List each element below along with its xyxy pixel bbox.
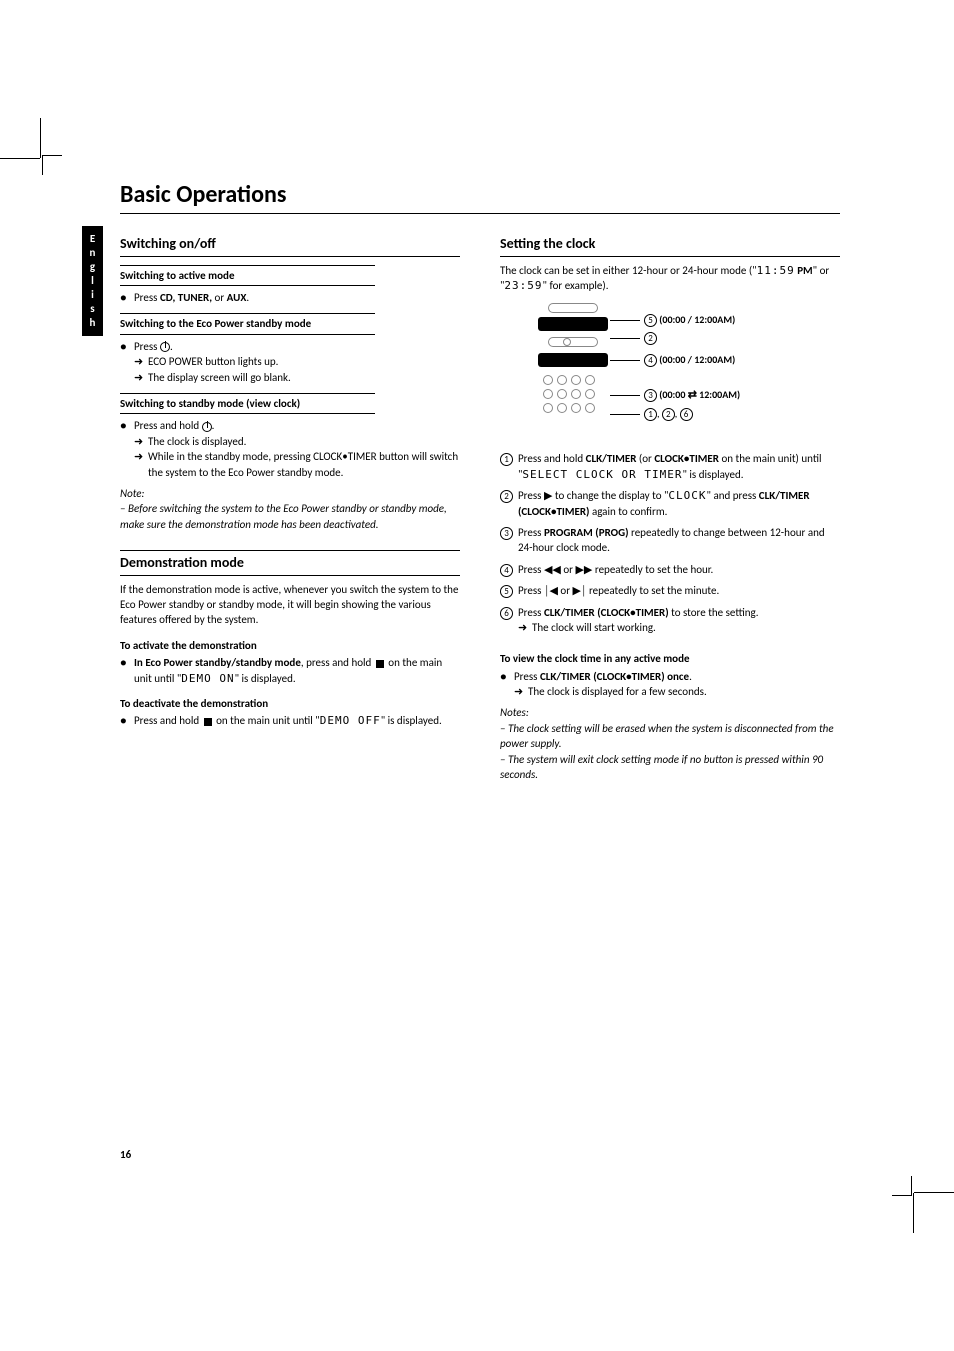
- stop-icon: [376, 660, 384, 668]
- arrow-icon: ➜: [134, 449, 148, 480]
- bullet-icon: ●: [120, 290, 134, 305]
- body-text: ECO POWER button lights up.: [148, 354, 460, 369]
- page-content: English Basic Operations Switching on/of…: [120, 180, 840, 788]
- body-text: The display screen will go blank.: [148, 370, 460, 385]
- step-number-5: 5: [500, 583, 518, 598]
- heading-demonstration-mode: Demonstration mode: [120, 550, 460, 576]
- subhead-standby-view-clock: Switching to standby mode (view clock): [120, 393, 375, 414]
- right-column: Setting the clock The clock can be set i…: [500, 234, 840, 788]
- body-text: Press CLK/TIMER (CLOCK•TIMER) to store t…: [518, 605, 840, 620]
- callout-5: 5 (00:00 / 12:00AM): [610, 313, 735, 327]
- step-number-1: 1: [500, 451, 518, 482]
- stop-icon: [204, 718, 212, 726]
- body-text: Press and hold CLK/TIMER (or CLOCK•TIMER…: [518, 451, 840, 482]
- body-text: While in the standby mode, pressing CLOC…: [148, 449, 460, 480]
- crop-mark: [40, 118, 41, 158]
- arrow-icon: ➜: [134, 434, 148, 449]
- bullet-icon: ●: [120, 339, 134, 354]
- body-text: The clock is displayed.: [148, 434, 460, 449]
- notes-block: Notes: – The clock setting will be erase…: [500, 705, 840, 782]
- step-number-2: 2: [500, 488, 518, 519]
- bullet-icon: ●: [500, 669, 514, 684]
- body-text: The clock will start working.: [532, 620, 840, 635]
- power-icon: [202, 422, 212, 432]
- callout-2: 2: [610, 331, 657, 345]
- body-text: Press CD, TUNER, or AUX.: [134, 290, 460, 305]
- body-text: Press .: [134, 339, 460, 354]
- body-text: If the demonstration mode is active, whe…: [120, 582, 460, 628]
- bullet-icon: ●: [120, 418, 134, 433]
- left-column: Switching on/off Switching to active mod…: [120, 234, 460, 788]
- callout-3: 3 (00:00 ⇄ 12:00AM): [610, 387, 740, 402]
- crop-mark: [913, 1193, 914, 1233]
- subhead-active-mode: Switching to active mode: [120, 265, 375, 286]
- arrow-icon: ➜: [514, 684, 528, 699]
- body-text: The clock can be set in either 12-hour o…: [500, 263, 840, 294]
- crop-mark: [892, 1176, 912, 1196]
- bullet-icon: ●: [120, 713, 134, 728]
- body-text: The clock is displayed for a few seconds…: [528, 684, 840, 699]
- body-text: Press and hold .: [134, 418, 460, 433]
- crop-mark: [914, 1192, 954, 1193]
- subhead-deactivate-demo: To deactivate the demonstration: [120, 694, 460, 713]
- rewind-icon: ◀◀: [544, 563, 561, 576]
- note-block: Note: – Before switching the system to t…: [120, 486, 460, 532]
- page-title: Basic Operations: [120, 180, 840, 214]
- body-text: Press ▶ to change the display to "CLOCK"…: [518, 488, 840, 519]
- step-number-6: 6: [500, 605, 518, 620]
- arrow-icon: ➜: [134, 370, 148, 385]
- body-text: Press CLK/TIMER (CLOCK•TIMER) once.: [514, 669, 840, 684]
- arrow-icon: ➜: [518, 620, 532, 635]
- language-tab: English: [82, 226, 103, 336]
- step-number-3: 3: [500, 525, 518, 556]
- heading-setting-clock: Setting the clock: [500, 234, 840, 257]
- prev-track-icon: │◀: [544, 584, 558, 597]
- arrow-icon: ➜: [134, 354, 148, 369]
- power-icon: [160, 342, 170, 352]
- fast-forward-icon: ▶▶: [575, 563, 592, 576]
- body-text: Press and hold on the main unit until "D…: [134, 713, 460, 728]
- body-text: In Eco Power standby/standby mode, press…: [134, 655, 460, 686]
- body-text: Press ◀◀ or ▶▶ repeatedly to set the hou…: [518, 562, 840, 577]
- next-track-icon: ▶│: [573, 584, 587, 597]
- subhead-activate-demo: To activate the demonstration: [120, 636, 460, 655]
- subhead-eco-standby: Switching to the Eco Power standby mode: [120, 313, 375, 334]
- bullet-icon: ●: [120, 655, 134, 686]
- callout-4: 4 (00:00 / 12:00AM): [610, 353, 735, 367]
- subhead-view-clock: To view the clock time in any active mod…: [500, 649, 840, 668]
- body-text: Press │◀ or ▶│ repeatedly to set the min…: [518, 583, 840, 598]
- crop-mark: [0, 158, 40, 159]
- heading-switching-on-off: Switching on/off: [120, 234, 460, 257]
- page-number: 16: [120, 1148, 131, 1161]
- device-diagram: 5 (00:00 / 12:00AM) 2 4 (00:00 / 12:00AM…: [518, 299, 840, 439]
- crop-mark: [42, 155, 62, 175]
- body-text: Press PROGRAM (PROG) repeatedly to chang…: [518, 525, 840, 556]
- step-number-4: 4: [500, 562, 518, 577]
- swap-icon: ⇄: [688, 388, 697, 401]
- callout-1-2-6: 1, 2, 6: [610, 407, 693, 421]
